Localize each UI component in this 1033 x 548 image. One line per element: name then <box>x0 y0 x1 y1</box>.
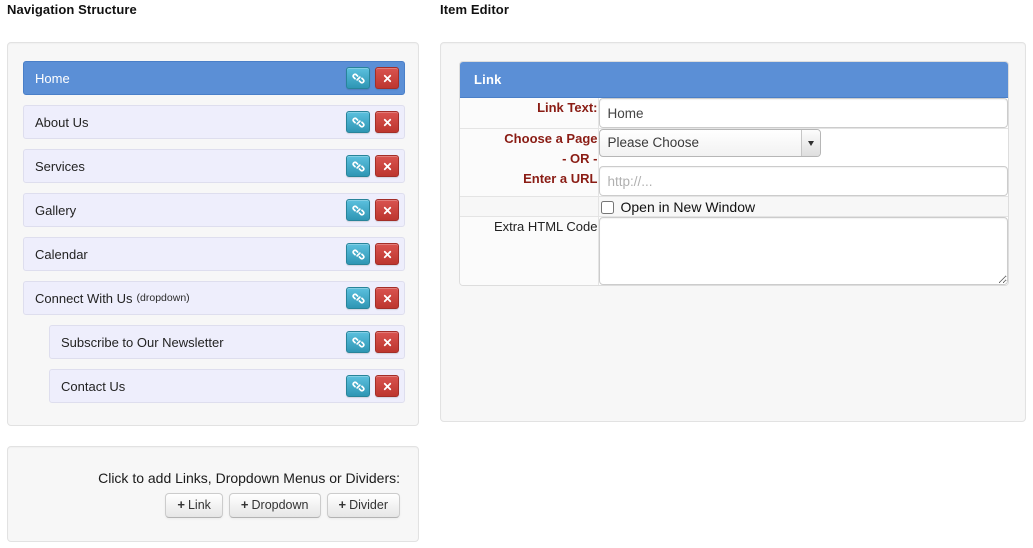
plus-icon: + <box>240 496 249 512</box>
nav-item[interactable]: Home <box>23 61 405 95</box>
page-select-wrapper: Please Choose <box>598 129 821 157</box>
enter-url-label: Enter a URL <box>523 171 598 187</box>
item-editor-form: Link Text: Choose a Page - OR - Enter a … <box>460 98 1008 285</box>
add-items-panel: Click to add Links, Dropdown Menus or Di… <box>7 446 419 542</box>
close-x-icon[interactable] <box>375 287 399 309</box>
add-button-label: Divider <box>349 497 388 512</box>
nav-item-actions <box>346 67 399 89</box>
nav-item-label: Calendar <box>35 246 88 262</box>
item-editor-header: Link <box>460 62 1008 98</box>
nav-item[interactable]: Calendar <box>23 237 405 271</box>
close-x-icon[interactable] <box>375 155 399 177</box>
nav-item-label: Services <box>35 158 85 174</box>
navigation-item-list: Home About Us Services Gallery Calendar Conne… <box>23 61 405 413</box>
extra-html-label: Extra HTML Code <box>493 219 598 234</box>
extra-html-textarea[interactable] <box>598 217 1008 285</box>
add-divider-button[interactable]: + Divider <box>326 492 400 519</box>
open-in-new-window-label: Open in New Window <box>620 199 756 215</box>
nav-item-actions <box>346 375 399 397</box>
item-editor-heading: Item Editor <box>440 2 509 17</box>
nav-item[interactable]: Subscribe to Our Newsletter <box>49 325 405 359</box>
link-icon[interactable] <box>346 287 370 309</box>
add-link-button[interactable]: + Link <box>165 492 223 519</box>
nav-item[interactable]: Connect With Us (dropdown) <box>23 281 405 315</box>
nav-item-actions <box>346 155 399 177</box>
link-text-label-cell: Link Text: <box>460 98 599 129</box>
link-text-input[interactable] <box>598 98 1008 128</box>
nav-item[interactable]: About Us <box>23 105 405 139</box>
navigation-structure-heading: Navigation Structure <box>7 2 137 17</box>
add-items-button-row: + Link + Dropdown + Divider <box>165 492 400 519</box>
link-icon[interactable] <box>346 331 370 353</box>
nav-item-actions <box>346 199 399 221</box>
or-separator-label: - OR - <box>562 151 598 167</box>
choose-page-field-cell: Please Choose <box>598 128 1008 197</box>
close-x-icon[interactable] <box>375 199 399 221</box>
close-x-icon[interactable] <box>375 331 399 353</box>
link-text-field-cell <box>598 98 1008 129</box>
page-select[interactable]: Please Choose <box>598 129 821 157</box>
nav-item[interactable]: Services <box>23 149 405 183</box>
link-icon[interactable] <box>346 375 370 397</box>
close-x-icon[interactable] <box>375 243 399 265</box>
choose-page-label: Choose a Page <box>504 131 598 146</box>
link-icon[interactable] <box>346 67 370 89</box>
new-window-field-cell: Open in New Window <box>598 196 1008 217</box>
extra-html-label-cell: Extra HTML Code <box>460 216 599 285</box>
form-row-link-text: Link Text: <box>460 98 1008 129</box>
form-row-new-window: Open in New Window <box>460 196 1008 217</box>
nav-item-label: Home <box>35 70 70 86</box>
add-button-label: Link <box>187 497 211 512</box>
choose-page-label-cell: Choose a Page - OR - Enter a URL <box>460 128 599 197</box>
close-x-icon[interactable] <box>375 375 399 397</box>
item-editor-panel: Link Link Text: Home Choose a Page - OR … <box>440 42 1026 422</box>
nav-item[interactable]: Gallery <box>23 193 405 227</box>
url-input[interactable] <box>598 166 1008 196</box>
link-icon[interactable] <box>346 243 370 265</box>
link-text-label: Link Text: <box>537 100 598 115</box>
close-x-icon[interactable] <box>375 111 399 133</box>
nav-item-label: Subscribe to Our Newsletter <box>61 334 224 350</box>
navigation-structure-panel: Home About Us Services Gallery Calendar Conne… <box>7 42 419 426</box>
nav-item-label: About Us <box>35 114 89 130</box>
nav-item-actions <box>346 111 399 133</box>
page-root: Navigation Structure Item Editor Home Abo… <box>0 0 1033 548</box>
nav-item-actions <box>346 243 399 265</box>
item-editor-type-label: Link <box>474 72 502 87</box>
add-dropdown-button[interactable]: + Dropdown <box>228 492 321 519</box>
extra-html-field-cell <box>598 216 1008 285</box>
close-x-icon[interactable] <box>375 67 399 89</box>
nav-item-actions <box>346 331 399 353</box>
nav-item[interactable]: Contact Us <box>49 369 405 403</box>
nav-item-label: Connect With Us <box>35 290 133 306</box>
plus-icon: + <box>177 496 185 512</box>
new-window-label-cell <box>460 196 599 217</box>
nav-item-label: Gallery <box>35 202 77 218</box>
nav-item-label: Contact Us <box>61 378 126 394</box>
link-icon[interactable] <box>346 155 370 177</box>
add-button-label: Dropdown <box>251 497 309 512</box>
plus-icon: + <box>338 496 347 512</box>
form-row-extra-html: Extra HTML Code <box>460 216 1008 285</box>
nav-item-actions <box>346 287 399 309</box>
nav-item-type-suffix: (dropdown) <box>136 292 190 304</box>
open-in-new-window-checkbox[interactable] <box>600 200 614 214</box>
link-icon[interactable] <box>346 111 370 133</box>
link-icon[interactable] <box>346 199 370 221</box>
form-row-choose-page: Choose a Page - OR - Enter a URL Please … <box>460 128 1008 197</box>
add-items-prompt: Click to add Links, Dropdown Menus or Di… <box>98 469 400 486</box>
item-editor-box: Link Link Text: Home Choose a Page - OR … <box>459 61 1009 286</box>
